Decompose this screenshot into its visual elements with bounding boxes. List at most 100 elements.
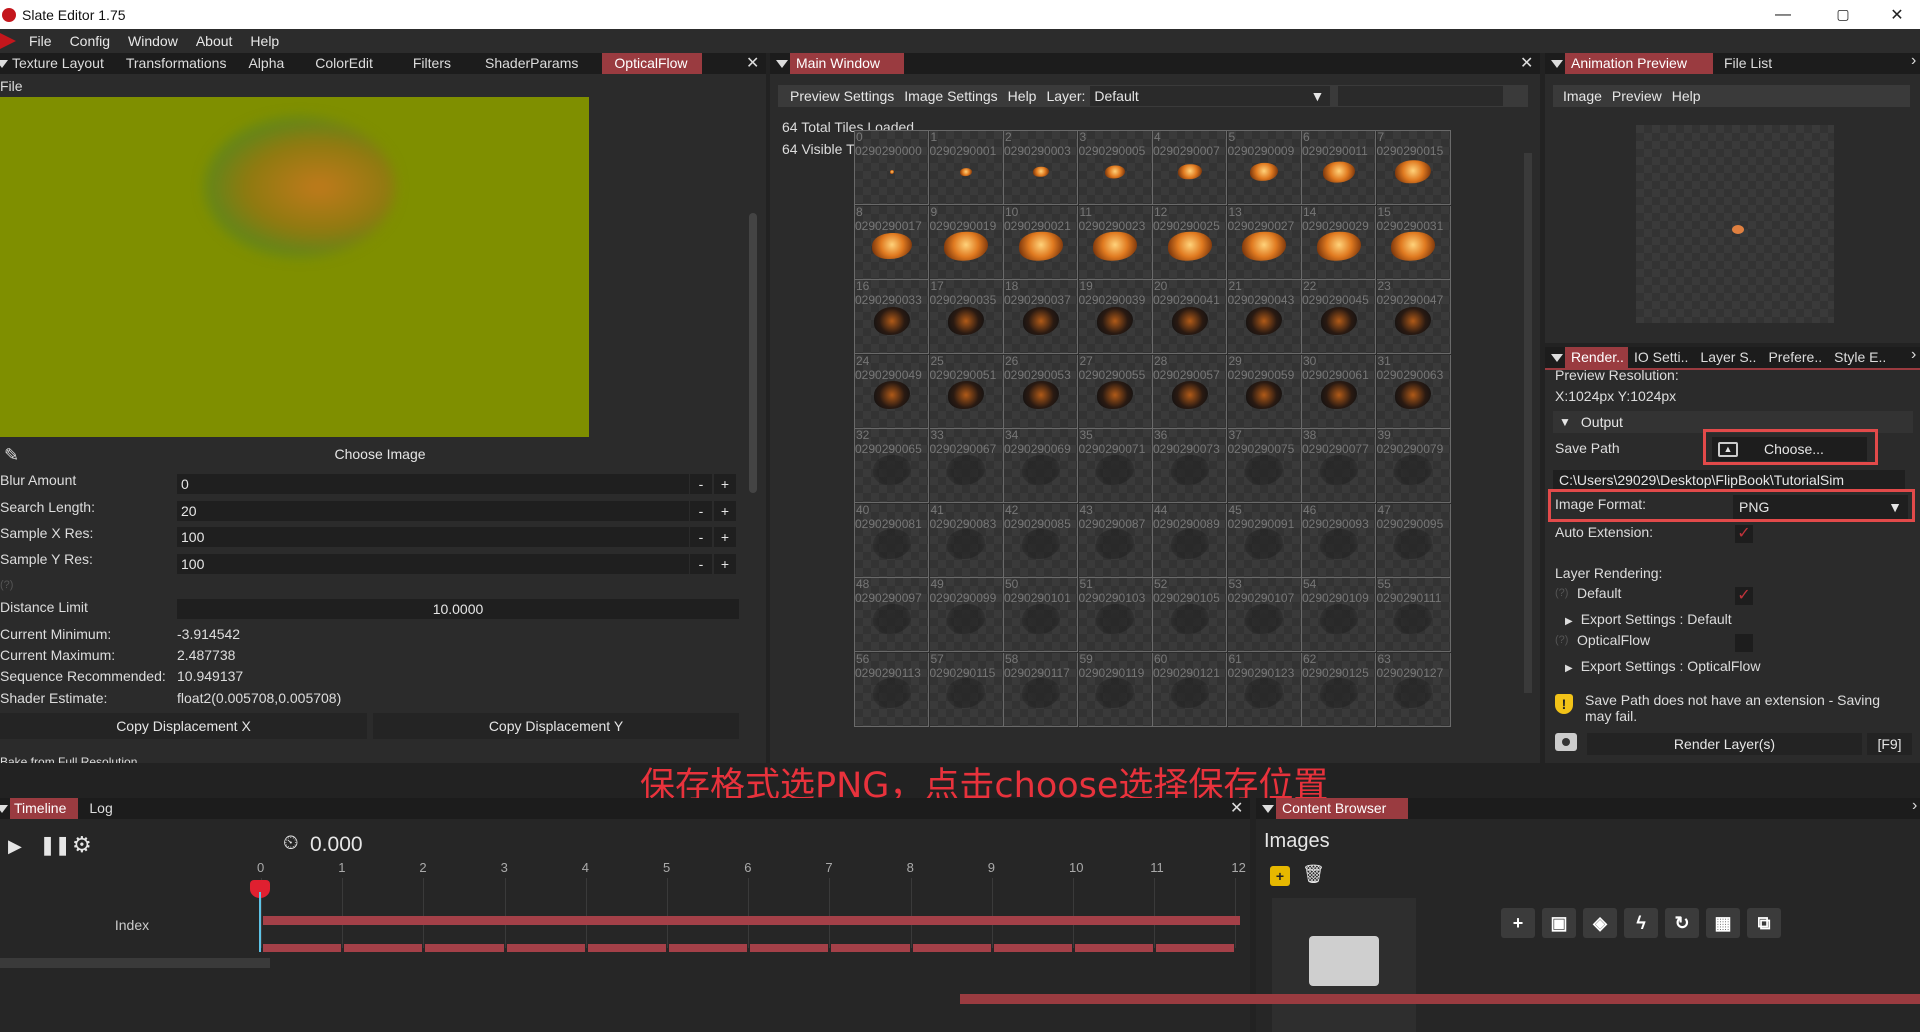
maximize-button[interactable]: ▢ [1820,0,1866,29]
tile[interactable]: 28 0290290057 [1153,354,1227,429]
tab-io-settings[interactable]: IO Setti.. [1628,347,1694,368]
tab-shaderparams[interactable]: ShaderParams [471,53,592,74]
close-animation-panel-icon[interactable]: › [1911,52,1916,70]
tile[interactable]: 32 0290290065 [855,429,929,503]
tile[interactable]: 12 0290290025 [1153,205,1227,280]
tile[interactable]: 15 0290290031 [1376,205,1451,280]
tile[interactable]: 14 0290290029 [1302,205,1376,280]
trash-icon[interactable]: 🗑 [1302,864,1325,885]
auto-extension-checkbox[interactable]: ✓ [1735,525,1753,543]
tile[interactable]: 52 0290290105 [1153,578,1227,652]
tile[interactable]: 43 0290290087 [1078,503,1153,578]
sample-y-minus-button[interactable]: - [690,554,712,574]
tile[interactable]: 41 0290290083 [929,503,1004,578]
layer-default-checkbox[interactable]: ✓ [1735,587,1753,605]
tile[interactable]: 23 0290290047 [1376,280,1451,354]
add-icon[interactable]: + [1501,908,1535,938]
tile[interactable]: 39 0290290079 [1376,429,1451,503]
tab-texture-layout[interactable]: Texture Layout [10,53,115,74]
tile[interactable]: 20 0290290041 [1153,280,1227,354]
menu-config[interactable]: Config [61,33,119,49]
play-icon[interactable]: ▶ [8,836,22,857]
panel-menu-icon[interactable] [1551,353,1563,362]
frame-segment[interactable] [506,944,585,952]
flash-icon[interactable]: ϟ [1624,908,1658,938]
tile[interactable]: 63 0290290127 [1376,652,1451,727]
tile[interactable]: 37 0290290075 [1227,429,1302,503]
tile[interactable]: 26 0290290053 [1004,354,1078,429]
tile[interactable]: 44 0290290089 [1153,503,1227,578]
refresh-icon[interactable]: ↻ [1665,908,1699,938]
search-minus-button[interactable]: - [690,501,712,521]
tile[interactable]: 22 0290290045 [1302,280,1376,354]
tile[interactable]: 36 0290290073 [1153,429,1227,503]
sample-x-input[interactable]: 100 [177,527,689,547]
tile[interactable]: 1 0290290001 [929,131,1004,205]
tile[interactable]: 3 0290290005 [1078,131,1153,205]
tile[interactable]: 31 0290290063 [1376,354,1451,429]
frame-segment[interactable] [993,944,1072,952]
tile[interactable]: 18 0290290037 [1004,280,1078,354]
close-panel-icon[interactable]: ✕ [746,53,759,73]
render-layers-button[interactable]: Render Layer(s) [1587,733,1862,755]
sample-y-input[interactable]: 100 [177,554,689,574]
tab-animation-preview[interactable]: Animation Preview [1565,53,1713,74]
file-label[interactable]: File [0,78,23,94]
tile[interactable]: 59 0290290119 [1078,652,1153,727]
export-settings-opticalflow-row[interactable]: ▶ Export Settings : OpticalFlow [1565,658,1760,674]
panel-menu-icon[interactable] [776,59,788,68]
tile[interactable]: 40 0290290081 [855,503,929,578]
tab-preferences[interactable]: Prefere.. [1762,347,1828,368]
panel-menu-icon[interactable] [0,59,8,68]
help-marker[interactable]: (?) [0,579,13,591]
tile[interactable]: 60 0290290121 [1153,652,1227,727]
tile[interactable]: 29 0290290059 [1227,354,1302,429]
tile[interactable]: 48 0290290097 [855,578,929,652]
tile[interactable]: 19 0290290039 [1078,280,1153,354]
tile[interactable]: 6 0290290011 [1302,131,1376,205]
tile[interactable]: 54 0290290109 [1302,578,1376,652]
panel-menu-icon[interactable] [0,804,8,813]
folder-card[interactable] [1272,898,1416,1032]
tile[interactable]: 50 0290290101 [1004,578,1078,652]
save-icon[interactable]: ▣ [1542,908,1576,938]
menu-window[interactable]: Window [119,33,187,49]
layer-filter-input[interactable] [1338,86,1504,106]
panel-menu-icon[interactable] [1551,59,1563,68]
image-menu[interactable]: Image [1553,88,1607,104]
tile[interactable]: 47 0290290095 [1376,503,1451,578]
tab-coloredit[interactable]: ColorEdit [295,53,393,74]
timeline-scrollbar[interactable] [0,958,270,968]
tab-style-editor[interactable]: Style E.. [1828,347,1892,368]
sample-x-minus-button[interactable]: - [690,527,712,547]
preview-menu[interactable]: Preview [1607,88,1667,104]
frame-segment[interactable] [587,944,666,952]
tile[interactable]: 46 0290290093 [1302,503,1376,578]
frame-segment[interactable] [263,944,342,952]
tile[interactable]: 45 0290290091 [1227,503,1302,578]
tile[interactable]: 24 0290290049 [855,354,929,429]
copy-displacement-y-button[interactable]: Copy Displacement Y [373,713,739,739]
bake-full-resolution-label[interactable]: Bake from Full Resolution [0,756,137,763]
tile[interactable]: 2 0290290003 [1004,131,1078,205]
tile[interactable]: 25 0290290051 [929,354,1004,429]
frame-segment[interactable] [344,944,423,952]
tile[interactable]: 49 0290290099 [929,578,1004,652]
tile[interactable]: 34 0290290069 [1004,429,1078,503]
close-window-button[interactable]: ✕ [1874,0,1920,29]
distance-limit-slider[interactable]: 10.0000 [177,599,739,619]
tab-filters[interactable]: Filters [393,53,471,74]
tab-log[interactable]: Log [78,798,123,819]
tile[interactable]: 33 0290290067 [929,429,1004,503]
panel-menu-icon[interactable] [1262,804,1274,813]
settings-gear-icon[interactable]: ⚙ [72,832,92,858]
tile[interactable]: 30 0290290061 [1302,354,1376,429]
export-icon[interactable]: ⧉ [1747,908,1781,938]
frame-segment[interactable] [750,944,829,952]
blur-plus-button[interactable]: + [714,474,736,494]
tile[interactable]: 9 0290290019 [929,205,1004,280]
tile[interactable]: 35 0290290071 [1078,429,1153,503]
help-marker[interactable]: (?) [1555,587,1568,599]
main-scrollbar[interactable] [1524,153,1532,693]
tab-render[interactable]: Render.. [1565,347,1628,368]
